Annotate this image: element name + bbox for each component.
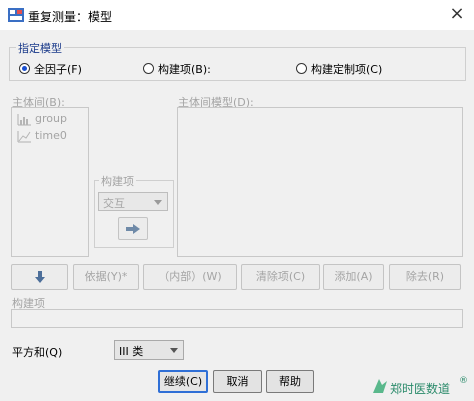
move-down-button[interactable] bbox=[11, 264, 68, 290]
add-button[interactable]: 添加(A) bbox=[323, 264, 384, 290]
radio-build-terms-label[interactable]: 构建项(B): bbox=[158, 61, 211, 77]
within-button[interactable]: （内部）(W) bbox=[143, 264, 237, 290]
radio-custom-terms-label[interactable]: 构建定制项(C) bbox=[311, 61, 382, 77]
right-arrow-icon bbox=[126, 224, 140, 234]
by-button[interactable]: 依据(Y)* bbox=[73, 264, 139, 290]
chevron-down-icon bbox=[170, 348, 178, 353]
terms-field[interactable] bbox=[11, 309, 463, 328]
radio-full-factorial-label[interactable]: 全因子(F) bbox=[34, 61, 82, 77]
variable-group[interactable]: group bbox=[35, 112, 67, 125]
specify-model-label: 指定模型 bbox=[16, 40, 64, 56]
line-chart-icon bbox=[17, 131, 31, 143]
sum-of-squares-select[interactable]: III 类 bbox=[114, 340, 184, 360]
radio-full-factorial[interactable] bbox=[19, 63, 30, 74]
between-subjects-list[interactable]: group time0 bbox=[11, 107, 89, 257]
spss-app-icon bbox=[8, 8, 24, 22]
model-list[interactable] bbox=[177, 107, 463, 257]
variable-time0[interactable]: time0 bbox=[35, 129, 67, 142]
clear-term-button[interactable]: 清除项(C) bbox=[241, 264, 320, 290]
title-bar: 重复测量：模型 × bbox=[0, 0, 474, 30]
move-term-button[interactable] bbox=[118, 217, 148, 240]
continue-button[interactable]: 继续(C) bbox=[158, 370, 208, 393]
watermark-text: 郑时医数道 bbox=[390, 382, 451, 396]
bar-chart-icon bbox=[17, 114, 31, 126]
chevron-down-icon bbox=[154, 200, 162, 205]
build-terms-label: 构建项 bbox=[99, 173, 136, 189]
build-terms-type-select[interactable]: 交互 bbox=[98, 192, 168, 211]
window-title: 重复测量：模型 bbox=[28, 10, 113, 24]
remove-button[interactable]: 除去(R) bbox=[389, 264, 461, 290]
watermark-registered-mark: ® bbox=[459, 376, 468, 386]
down-arrow-icon bbox=[34, 271, 45, 283]
watermark-logo-icon bbox=[373, 379, 387, 393]
cancel-button[interactable]: 取消 bbox=[213, 370, 262, 393]
sum-of-squares-label: 平方和(Q) bbox=[12, 346, 63, 359]
build-terms-type-value: 交互 bbox=[103, 197, 125, 210]
close-icon[interactable]: × bbox=[444, 2, 470, 26]
radio-custom-terms[interactable] bbox=[296, 63, 307, 74]
help-button[interactable]: 帮助 bbox=[266, 370, 314, 393]
radio-build-terms[interactable] bbox=[143, 63, 154, 74]
sum-of-squares-value: III 类 bbox=[119, 345, 144, 358]
